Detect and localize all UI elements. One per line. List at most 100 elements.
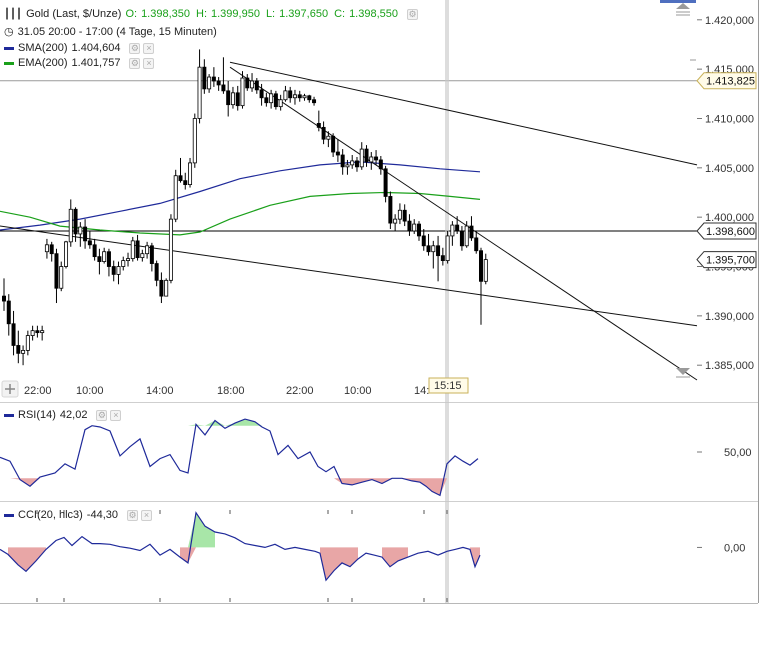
candle-body: [226, 90, 231, 106]
time-cursor-label: 15:15: [428, 377, 469, 394]
cci-panel[interactable]: 0,00: [0, 511, 745, 602]
candle: [159, 272, 164, 304]
price-tick-label: 1.385,000: [705, 360, 754, 372]
cci-settings-icon[interactable]: ⚙: [127, 509, 138, 521]
candle-body: [230, 92, 235, 106]
ema-legend: EMA(200) 1.401,757 ⚙ ×: [4, 57, 155, 69]
rsi-close-icon[interactable]: ×: [110, 409, 122, 421]
candle: [354, 156, 359, 172]
sma-settings-icon[interactable]: ⚙: [129, 42, 141, 54]
candle-body: [426, 245, 431, 253]
candle-body: [83, 226, 88, 242]
price-tag: 1.413,825: [696, 72, 757, 90]
candle: [369, 152, 374, 170]
candle: [469, 216, 474, 241]
candle: [40, 325, 45, 341]
price-tick-label: 1.390,000: [705, 311, 754, 323]
sma-swatch: [4, 46, 14, 50]
candle: [321, 121, 326, 145]
candle: [140, 249, 145, 262]
candle: [412, 219, 417, 234]
candle-body: [259, 89, 264, 99]
rsi-settings-icon[interactable]: ⚙: [96, 409, 108, 421]
candle-body: [149, 245, 154, 264]
candle: [202, 59, 207, 94]
scroll-down-icon[interactable]: [676, 368, 690, 378]
candle: [87, 230, 92, 249]
candle: [192, 113, 197, 168]
candle-body: [326, 135, 331, 140]
candle-body: [397, 209, 402, 220]
candle-body: [216, 80, 221, 86]
close-value: 1.398,550: [349, 8, 398, 20]
candle-body: [283, 90, 288, 101]
candle-body: [183, 180, 188, 186]
candle: [483, 253, 488, 285]
candle-body: [54, 253, 59, 289]
candle-body: [35, 330, 40, 334]
candles-icon: ┃┃┃: [4, 8, 23, 20]
candle: [445, 230, 450, 264]
candle: [83, 219, 88, 249]
candle-body: [469, 225, 474, 239]
ema-close-icon[interactable]: ×: [143, 57, 155, 69]
candle-body: [92, 244, 97, 258]
time-tick: 14:: [414, 385, 429, 397]
price-tick-label: 1.420,000: [705, 15, 754, 27]
candle-body: [25, 335, 30, 351]
cci-legend: CCI(20, hlc3) -44,30 ⚙ ×: [4, 509, 152, 521]
candle-body: [431, 245, 436, 253]
candle: [278, 94, 283, 111]
candle-body: [436, 245, 441, 257]
candle-body: [202, 66, 207, 90]
ema-value: 1.401,757: [71, 57, 121, 69]
candle-body: [445, 235, 450, 261]
candle-body: [188, 162, 193, 186]
settings-icon[interactable]: ⚙: [407, 8, 418, 20]
crosshair-toggle-icon[interactable]: [1, 380, 19, 398]
candle-body: [273, 93, 278, 108]
candle: [54, 248, 59, 304]
candle-body: [178, 175, 183, 182]
candle-body: [140, 253, 145, 259]
sma-close-icon[interactable]: ×: [143, 42, 155, 54]
candle: [245, 74, 250, 91]
candle: [359, 142, 364, 170]
candle: [126, 252, 131, 267]
candle: [121, 256, 126, 271]
candle-body: [6, 300, 11, 325]
cci-close-icon[interactable]: ×: [141, 509, 152, 521]
period-legend: ◷ 31.05 20:00 - 17:00 (4 Tage, 15 Minute…: [4, 25, 217, 39]
candle-body: [450, 224, 455, 237]
price-chart[interactable]: 50,00 0,00 1.420,0001.415,0001.410,0001.…: [0, 0, 762, 650]
candle-body: [364, 148, 369, 163]
candle-body: [483, 259, 488, 282]
candle: [49, 241, 54, 262]
candle: [135, 234, 140, 261]
candle: [25, 330, 30, 356]
candle: [312, 96, 317, 106]
candle: [264, 92, 269, 107]
candle: [388, 191, 393, 230]
candle-body: [378, 159, 383, 170]
ema-settings-icon[interactable]: ⚙: [129, 57, 141, 69]
candle: [440, 247, 445, 266]
candle: [154, 260, 159, 287]
rsi-panel[interactable]: 50,00: [0, 418, 752, 514]
rsi-line: [0, 418, 479, 497]
scroll-up-icon[interactable]: [676, 3, 690, 16]
candle-body: [402, 209, 407, 222]
chart-stage[interactable]: 50,00 0,00 1.420,000 1.415,000 1.410,000 1.…: [0, 0, 762, 650]
candle-body: [288, 90, 293, 99]
main-legend: ┃┃┃ Gold (Last, $/Unze) O: 1.398,350 H: …: [4, 8, 418, 20]
price-axis[interactable]: 1.420,0001.415,0001.410,0001.405,0001.40…: [696, 15, 757, 372]
rsi-legend: RSI(14) 42,02 ⚙ ×: [4, 409, 122, 421]
time-tick: 18:00: [217, 385, 245, 397]
candle-body: [97, 256, 102, 262]
candle: [164, 278, 169, 297]
candle-body: [197, 66, 202, 119]
candle: [269, 89, 274, 109]
candle-body: [102, 251, 107, 262]
candle: [416, 221, 421, 241]
candle-body: [278, 99, 283, 108]
